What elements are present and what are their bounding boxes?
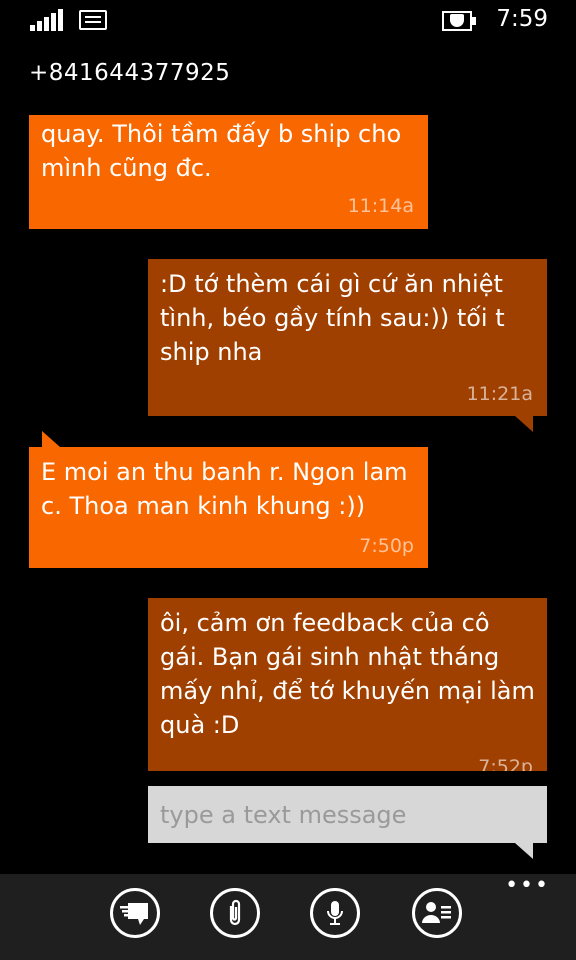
message-bubble-outgoing[interactable]: :D tớ thèm cái gì cứ ăn nhiệt tình, béo …	[148, 259, 547, 416]
message-text: quay. Thôi tầm đấy b ship cho mình cũng …	[41, 120, 402, 182]
message-time: 7:52p	[478, 756, 533, 771]
more-options-icon[interactable]: •••	[505, 875, 550, 897]
message-text: E moi an thu banh r. Ngon lam c. Thoa ma…	[41, 458, 408, 520]
signal-strength-icon	[30, 9, 66, 31]
message-input[interactable]	[148, 786, 547, 843]
message-notification-icon	[79, 10, 107, 30]
input-tail	[515, 843, 533, 859]
battery-saver-icon	[442, 11, 478, 31]
bubble-tail	[42, 431, 60, 447]
message-time: 11:14a	[347, 195, 414, 217]
app-bar: •••	[0, 874, 576, 960]
microphone-icon	[327, 901, 343, 925]
message-text: ôi, cảm ơn feedback của cô gái. Bạn gái …	[160, 609, 535, 739]
contact-card-icon	[422, 902, 451, 923]
messaging-screen: 7:59 +841644377925 quay. Thôi tầm đấy b …	[0, 0, 576, 960]
message-text: :D tớ thèm cái gì cứ ăn nhiệt tình, béo …	[160, 270, 505, 366]
message-bubble-incoming[interactable]: quay. Thôi tầm đấy b ship cho mình cũng …	[29, 115, 428, 229]
message-bubble-incoming[interactable]: E moi an thu banh r. Ngon lam c. Thoa ma…	[29, 447, 428, 568]
contact-number[interactable]: +841644377925	[29, 60, 230, 86]
contact-card-button[interactable]	[412, 888, 462, 938]
bubble-tail	[515, 416, 533, 432]
message-time: 11:21a	[466, 383, 533, 405]
message-time: 7:50p	[359, 535, 414, 557]
status-time: 7:59	[496, 6, 548, 32]
attach-icon	[229, 899, 241, 926]
message-bubble-outgoing[interactable]: ôi, cảm ơn feedback của cô gái. Bạn gái …	[148, 598, 547, 771]
status-bar: 7:59	[0, 0, 576, 44]
voice-button[interactable]	[310, 888, 360, 938]
switch-conversation-button[interactable]	[110, 888, 160, 938]
attach-button[interactable]	[210, 888, 260, 938]
switch-conversation-icon	[120, 903, 148, 925]
